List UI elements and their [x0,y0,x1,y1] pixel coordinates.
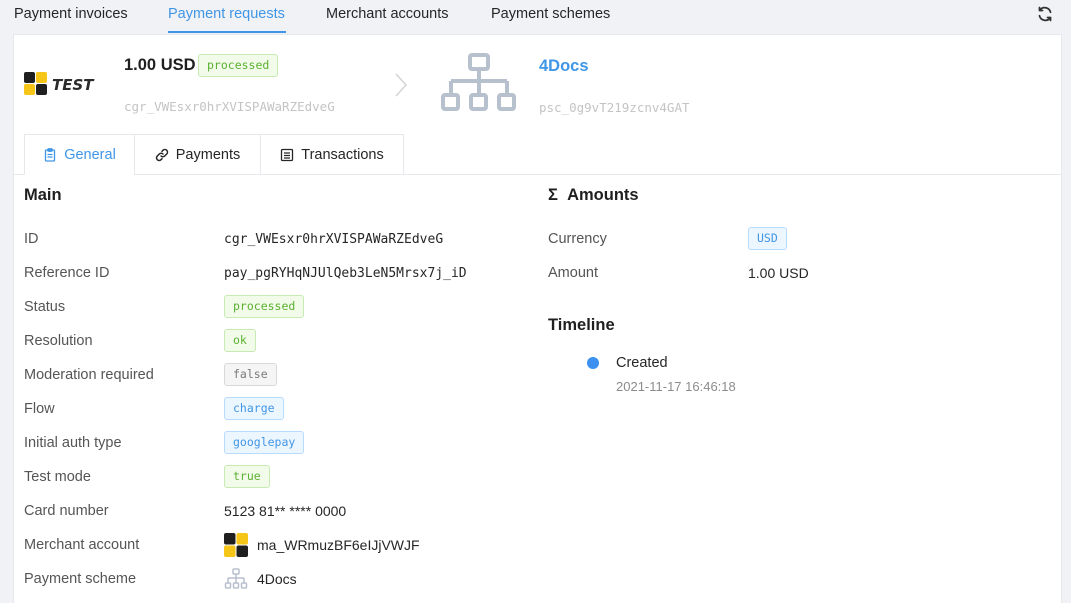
moderation-badge: false [224,363,277,386]
timeline-dot [587,357,599,369]
tab-merchant-accounts[interactable]: Merchant accounts [326,6,449,22]
sigma-icon: Σ [548,186,558,204]
payment-scheme-name[interactable]: 4Docs [257,571,297,587]
merchant-logo-icon [224,533,248,557]
merchant-logo: TEST [24,72,95,95]
resolution-badge: ok [224,329,256,352]
flow-label: Flow [24,401,55,417]
status-label: Status [24,299,66,315]
clipboard-icon [45,147,56,162]
payment-scheme-id: psc_0g9vT219zcnv4GAT [539,100,690,115]
id-label: ID [24,231,39,247]
link-icon [155,148,168,161]
auth-type-label: Initial auth type [24,435,122,451]
scheme-small-icon [224,568,248,589]
amounts-title-text: Amounts [567,186,639,204]
list-icon [281,148,294,161]
tab-payment-schemes[interactable]: Payment schemes [491,6,610,22]
amount-label: Amount [548,265,598,281]
card-number-label: Card number [24,503,109,519]
refresh-icon[interactable] [1036,5,1054,23]
tab-payment-requests[interactable]: Payment requests [168,6,285,22]
resolution-label: Resolution [24,333,93,349]
chevron-right-icon [395,73,408,97]
flow-badge: charge [224,397,284,420]
amount-value: 1.00 USD [748,265,809,281]
timeline-event-time: 2021-11-17 16:46:18 [616,379,736,394]
amounts-section-title: Σ Amounts [548,186,639,205]
request-amount: 1.00 USD [124,56,196,74]
payment-scheme-label: Payment scheme [24,571,137,587]
test-mode-badge: true [224,465,270,488]
payment-scheme-icon [441,53,516,111]
main-section-title: Main [24,186,62,204]
tab-payments-label: Payments [175,146,241,163]
payment-scheme-value[interactable]: 4Docs [224,567,297,591]
tab-payments[interactable]: Payments [134,134,261,175]
payment-request-card [13,34,1062,603]
tab-transactions-label: Transactions [301,146,384,163]
request-id: cgr_VWEsxr0hrXVISPAWaRZEdveG [124,99,335,114]
reference-id-label: Reference ID [24,265,110,281]
id-value: cgr_VWEsxr0hrXVISPAWaRZEdveG [224,232,444,247]
merchant-account-id[interactable]: ma_WRmuzBF6eIJjVWJF [257,537,420,553]
timeline-event-title: Created [616,355,668,371]
auth-type-badge: googlepay [224,431,305,454]
top-navigation: Payment invoices Payment requests Mercha… [0,0,1071,34]
reference-id-value: pay_pgRYHqNJUlQeb3LeN5Mrsx7j_iD [224,266,467,281]
payment-scheme-link[interactable]: 4Docs [539,57,589,76]
currency-label: Currency [548,231,607,247]
test-mode-label: Test mode [24,469,91,485]
tab-general[interactable]: General [24,134,135,175]
tab-general-label: General [64,146,116,163]
active-tab-indicator [168,31,286,33]
merchant-account-label: Merchant account [24,537,140,553]
timeline-section-title: Timeline [548,316,615,334]
status-value-badge: processed [224,295,305,318]
status-badge: processed [198,54,279,77]
tab-payment-invoices[interactable]: Payment invoices [14,6,128,22]
card-number-value: 5123 81** **** 0000 [224,503,347,519]
moderation-label: Moderation required [24,367,154,383]
svg-text:TEST: TEST [52,76,95,94]
merchant-account-value[interactable]: ma_WRmuzBF6eIJjVWJF [224,533,420,557]
currency-badge: USD [748,227,787,250]
tab-transactions[interactable]: Transactions [260,134,404,175]
